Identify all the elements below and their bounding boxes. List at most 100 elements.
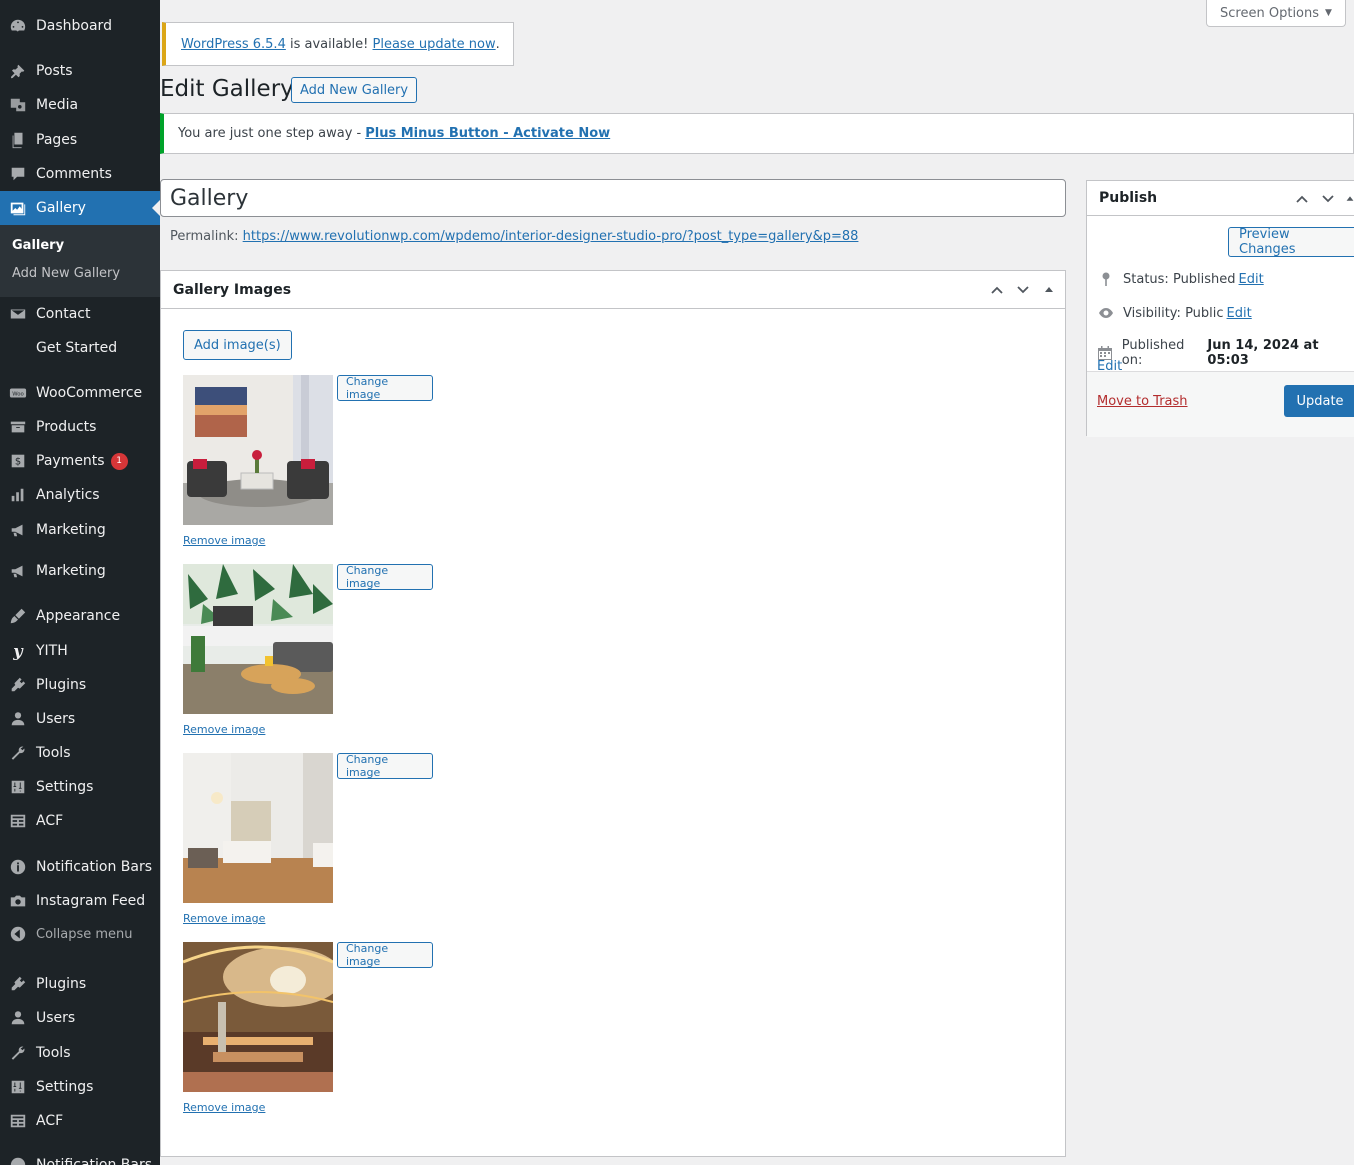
published-on-label: Published on:	[1121, 338, 1185, 368]
update-nag-notice: WordPress 6.5.4 is available! Please upd…	[162, 22, 514, 66]
sidebar-item-contact[interactable]: Contact	[0, 297, 160, 331]
sidebar-item-woocommerce[interactable]: Woo WooCommerce	[0, 376, 160, 410]
remove-image-link[interactable]: Remove image	[183, 534, 265, 547]
wordpress-version-link[interactable]: WordPress 6.5.4	[181, 37, 286, 52]
plugin-icon	[0, 676, 36, 694]
page-title: Edit Gallery	[160, 76, 294, 102]
sidebar-item-label: Marketing	[36, 563, 106, 579]
sidebar-item-label: Posts	[36, 63, 73, 79]
megaphone-icon	[0, 521, 36, 539]
change-image-button[interactable]: Change image	[337, 753, 433, 779]
submenu-item-add-new-gallery[interactable]: Add New Gallery	[12, 266, 120, 281]
sidebar-item-gallery[interactable]: Gallery	[0, 191, 160, 225]
sidebar-item-acf[interactable]: ACF	[0, 804, 160, 838]
sidebar-item-label: YITH	[36, 643, 68, 659]
edit-status-link[interactable]: Edit	[1239, 272, 1264, 287]
remove-image-link[interactable]: Remove image	[183, 1101, 265, 1114]
update-nag-text: is available!	[285, 36, 373, 52]
camera-icon	[0, 892, 36, 910]
sidebar-item-label: Marketing	[36, 522, 106, 538]
sidebar-item-settings-2[interactable]: Settings	[0, 1070, 160, 1104]
sidebar-item-settings[interactable]: Settings	[0, 770, 160, 804]
woo-icon: Woo	[0, 384, 36, 402]
update-now-link[interactable]: Please update now	[373, 37, 496, 52]
sidebar-item-yith[interactable]: y YITH	[0, 634, 160, 668]
sidebar-item-notification-bars[interactable]: Notification Bars	[0, 850, 160, 884]
sidebar-item-tools[interactable]: Tools	[0, 736, 160, 770]
sidebar-item-instagram-feed[interactable]: Instagram Feed	[0, 884, 160, 918]
chart-icon	[0, 486, 36, 504]
comment-icon	[0, 165, 36, 183]
publish-box: Publish Preview Changes Status: Publishe…	[1086, 180, 1354, 437]
sidebar-item-label: WooCommerce	[36, 385, 143, 401]
sidebar-item-pages[interactable]: Pages	[0, 123, 160, 157]
sidebar-item-plugins-2[interactable]: Plugins	[0, 967, 160, 1001]
visibility-label: Visibility:	[1123, 305, 1181, 321]
sidebar-item-marketing-2[interactable]: Marketing	[0, 554, 160, 588]
sidebar-item-media[interactable]: Media	[0, 88, 160, 122]
acf-icon	[0, 1112, 36, 1130]
move-to-trash-link[interactable]: Move to Trash	[1097, 394, 1188, 409]
sidebar-item-get-started[interactable]: Get Started	[0, 331, 160, 365]
publish-status-row: Status: Published Edit	[1097, 270, 1264, 288]
visibility-value: Public	[1185, 305, 1224, 321]
chevron-down-icon: ▼	[1325, 8, 1332, 18]
gallery-thumbnail	[183, 753, 333, 903]
move-up-icon[interactable]	[1292, 189, 1312, 209]
sidebar-item-label: Instagram Feed	[36, 893, 146, 909]
sidebar-item-users-2[interactable]: Users	[0, 1001, 160, 1035]
edit-visibility-link[interactable]: Edit	[1227, 306, 1252, 321]
change-image-button[interactable]: Change image	[337, 942, 433, 968]
remove-image-link[interactable]: Remove image	[183, 723, 265, 736]
collapse-menu-button[interactable]: Collapse menu	[0, 917, 160, 951]
sidebar-item-appearance[interactable]: Appearance	[0, 599, 160, 633]
megaphone-icon	[0, 562, 36, 580]
sidebar-item-notification-bars-2[interactable]: Notification Bars	[0, 1148, 160, 1165]
add-images-button[interactable]: Add image(s)	[183, 330, 292, 360]
archive-icon	[0, 418, 36, 436]
preview-changes-button[interactable]: Preview Changes	[1228, 227, 1354, 257]
sidebar-item-label: Media	[36, 97, 79, 113]
sidebar-item-marketing[interactable]: Marketing	[0, 513, 160, 547]
sidebar-item-payments[interactable]: $ Payments 1	[0, 444, 160, 478]
move-up-icon[interactable]	[987, 280, 1007, 300]
change-image-button[interactable]: Change image	[337, 564, 433, 590]
plugin-icon	[0, 975, 36, 993]
permalink-url-link[interactable]: https://www.revolutionwp.com/wpdemo/inte…	[243, 229, 859, 244]
sidebar-item-products[interactable]: Products	[0, 410, 160, 444]
remove-image-link[interactable]: Remove image	[183, 912, 265, 925]
change-image-button[interactable]: Change image	[337, 375, 433, 401]
move-down-icon[interactable]	[1013, 280, 1033, 300]
update-button[interactable]: Update	[1284, 385, 1354, 417]
wrench-icon	[0, 744, 36, 762]
gallery-images-title: Gallery Images	[173, 281, 292, 298]
screen-options-button[interactable]: Screen Options ▼	[1206, 0, 1346, 27]
toggle-panel-icon[interactable]	[1344, 189, 1354, 209]
activate-plugin-link[interactable]: Plus Minus Button - Activate Now	[365, 126, 610, 141]
sidebar-item-plugins[interactable]: Plugins	[0, 668, 160, 702]
sidebar-item-dashboard[interactable]: Dashboard	[0, 9, 160, 43]
gallery-item: Change image Remove image	[183, 942, 433, 1122]
sidebar-item-tools-2[interactable]: Tools	[0, 1036, 160, 1070]
sidebar-item-posts[interactable]: Posts	[0, 54, 160, 88]
sidebar-item-comments[interactable]: Comments	[0, 157, 160, 191]
post-title-input[interactable]: Gallery	[160, 179, 1066, 217]
submenu-item-gallery[interactable]: Gallery	[12, 238, 64, 253]
permalink-label: Permalink:	[170, 229, 239, 244]
publish-visibility-row: Visibility: Public Edit	[1097, 304, 1252, 322]
add-new-gallery-button[interactable]: Add New Gallery	[291, 77, 418, 103]
sidebar-item-analytics[interactable]: Analytics	[0, 478, 160, 512]
media-icon	[0, 96, 36, 114]
eye-icon	[1097, 304, 1115, 322]
user-icon	[0, 1009, 36, 1027]
gallery-item: Change image Remove image	[183, 753, 433, 933]
sidebar-item-users[interactable]: Users	[0, 702, 160, 736]
sidebar-item-acf-2[interactable]: ACF	[0, 1104, 160, 1138]
move-down-icon[interactable]	[1318, 189, 1338, 209]
notice-text: You are just one step away -	[178, 126, 362, 141]
sidebar-item-label: Products	[36, 419, 97, 435]
sidebar-item-label: Notification Bars	[36, 859, 153, 875]
gallery-submenu: Gallery Add New Gallery	[0, 225, 160, 297]
update-nag-end: .	[495, 36, 500, 52]
toggle-panel-icon[interactable]	[1039, 280, 1059, 300]
